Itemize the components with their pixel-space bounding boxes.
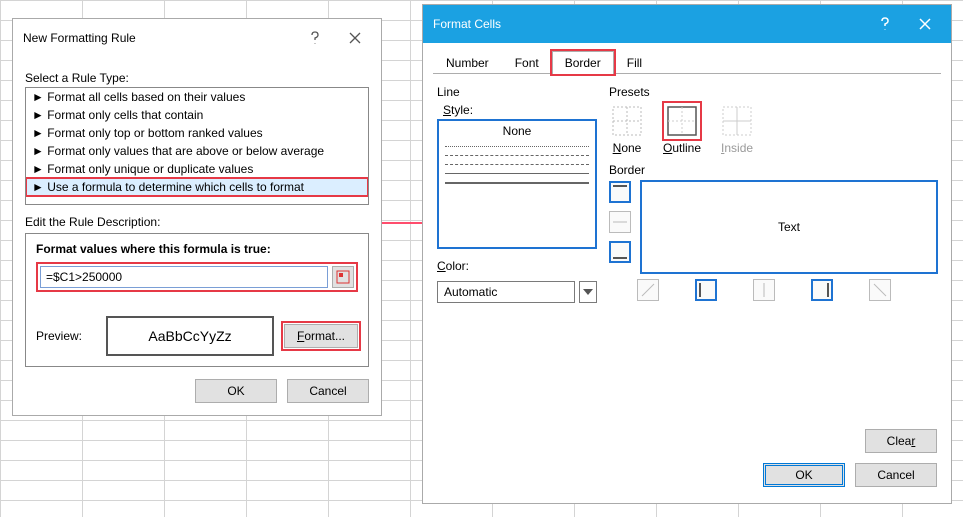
line-style-option[interactable] (445, 173, 589, 174)
tab-number[interactable]: Number (433, 51, 502, 74)
preset-inside[interactable]: Inside (719, 103, 755, 155)
border-middle-h-button[interactable] (609, 211, 631, 233)
border-preview[interactable]: Text (641, 181, 937, 273)
rule-type-item[interactable]: ► Format all cells based on their values (26, 88, 368, 106)
rule-type-item[interactable]: ► Format only values that are above or b… (26, 142, 368, 160)
help-button[interactable] (865, 13, 905, 35)
preset-outline[interactable]: Outline (663, 103, 701, 155)
border-diagonal-down-button[interactable] (869, 279, 891, 301)
rule-type-list[interactable]: ► Format all cells based on their values… (25, 87, 369, 205)
border-middle-v-button[interactable] (753, 279, 775, 301)
line-style-option[interactable] (445, 155, 589, 156)
line-style-list[interactable]: None (437, 119, 597, 249)
border-right-button[interactable] (811, 279, 833, 301)
range-selector-button[interactable] (332, 266, 354, 288)
format-cells-dialog: Format Cells Number Font Border Fill Lin… (422, 4, 952, 504)
color-dropdown-button[interactable] (579, 281, 597, 303)
rule-type-item[interactable]: ► Format only cells that contain (26, 106, 368, 124)
preset-none[interactable]: None (609, 103, 645, 155)
tab-font[interactable]: Font (502, 51, 552, 74)
tab-border[interactable]: Border (552, 51, 614, 74)
dialog-title: New Formatting Rule (23, 31, 295, 45)
border-left-button[interactable] (695, 279, 717, 301)
help-button[interactable] (295, 27, 335, 49)
border-top-button[interactable] (609, 181, 631, 203)
edit-rule-description-label: Edit the Rule Description: (25, 215, 369, 229)
formula-label: Format values where this formula is true… (36, 242, 358, 256)
preview-sample: AaBbCcYyZz (106, 316, 274, 356)
dialog-title: Format Cells (433, 17, 865, 31)
tab-strip: Number Font Border Fill (433, 51, 941, 74)
tab-fill[interactable]: Fill (614, 51, 655, 74)
preview-row: Preview: AaBbCcYyZz Format... (36, 316, 358, 356)
line-group-label: Line (437, 85, 597, 99)
rule-description-box: Format values where this formula is true… (25, 233, 369, 367)
tab-underline (433, 73, 941, 74)
dialog-buttons: OK Cancel (25, 379, 369, 403)
ok-button[interactable]: OK (195, 379, 277, 403)
clear-button[interactable]: Clear (865, 429, 937, 453)
line-style-option[interactable] (445, 182, 589, 184)
rule-type-item-selected[interactable]: ► Use a formula to determine which cells… (26, 178, 368, 196)
rule-type-item[interactable]: ► Format only top or bottom ranked value… (26, 124, 368, 142)
border-bottom-button[interactable] (609, 241, 631, 263)
line-style-option[interactable] (445, 146, 589, 147)
cancel-button[interactable]: Cancel (287, 379, 369, 403)
select-rule-type-label: Select a Rule Type: (25, 71, 369, 85)
border-diagonal-up-button[interactable] (637, 279, 659, 301)
border-group-label: Border (609, 163, 937, 177)
line-style-option[interactable] (445, 164, 589, 165)
formula-row (36, 262, 358, 292)
style-label: Style: (443, 103, 597, 117)
ok-button[interactable]: OK (763, 463, 845, 487)
title-bar: Format Cells (423, 5, 951, 43)
presets-group-label: Presets (609, 85, 937, 99)
color-label: Color: (437, 259, 597, 273)
format-button[interactable]: Format... (284, 324, 358, 348)
rule-type-item[interactable]: ► Format only unique or duplicate values (26, 160, 368, 178)
color-select[interactable]: Automatic (437, 281, 575, 303)
new-formatting-rule-dialog: New Formatting Rule Select a Rule Type: … (12, 18, 382, 416)
title-bar: New Formatting Rule (13, 19, 381, 57)
close-button[interactable] (335, 27, 375, 49)
line-style-none[interactable]: None (445, 124, 589, 138)
close-button[interactable] (905, 13, 945, 35)
preview-label: Preview: (36, 329, 96, 343)
formula-input[interactable] (40, 266, 328, 288)
cancel-button[interactable]: Cancel (855, 463, 937, 487)
